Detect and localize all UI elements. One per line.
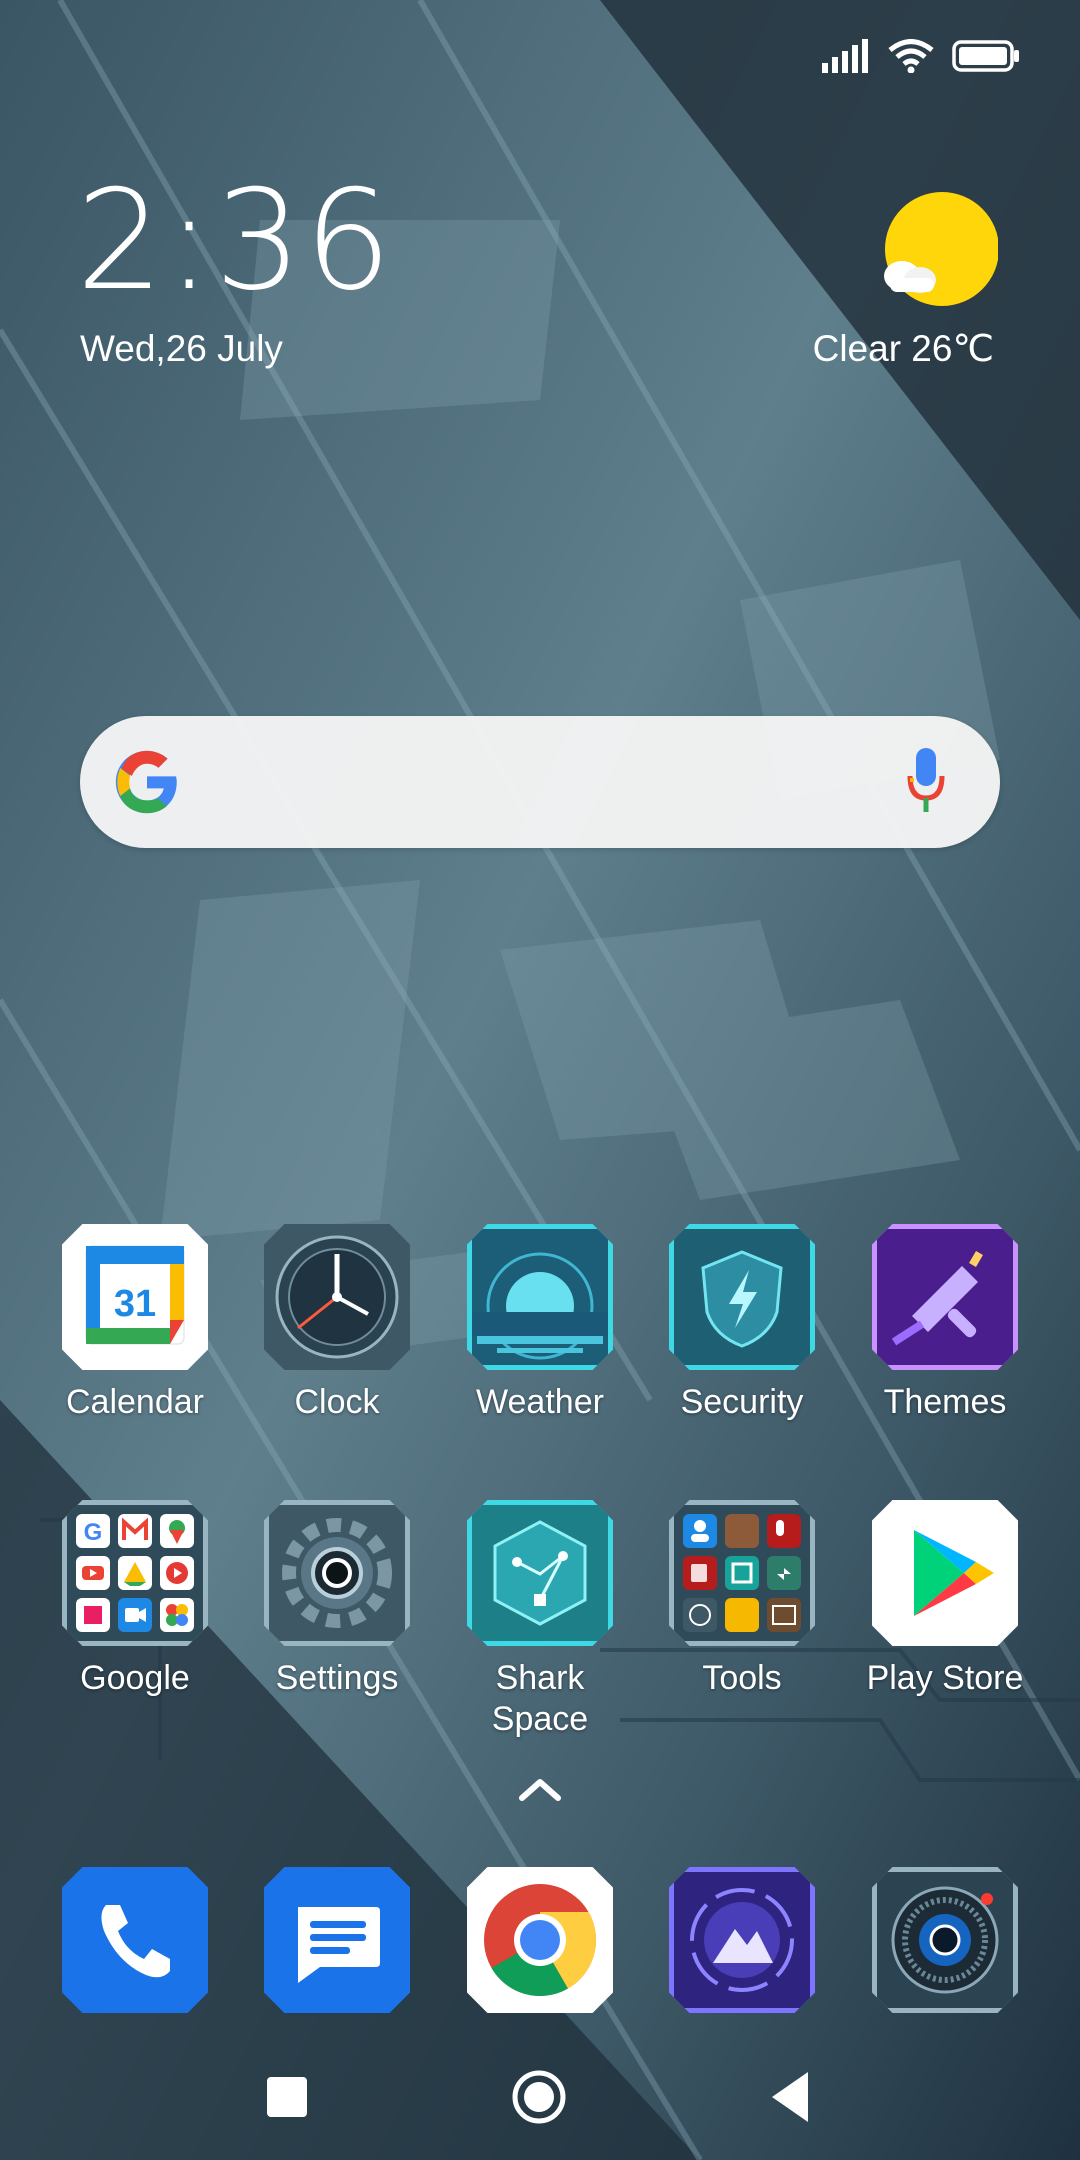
back-icon[interactable] [768, 2070, 812, 2124]
dock-messages[interactable] [247, 1867, 427, 2013]
app-calendar[interactable]: 31 Calendar [45, 1224, 225, 1423]
google-folder-icon: G [62, 1500, 208, 1646]
svg-text:31: 31 [114, 1283, 156, 1325]
dock-gallery[interactable] [652, 1867, 832, 2013]
status-bar [822, 36, 1020, 76]
folder-google[interactable]: G Google [45, 1500, 225, 1699]
app-label: Play Store [866, 1659, 1024, 1697]
clock-icon [264, 1224, 410, 1370]
microphone-icon[interactable] [906, 746, 946, 818]
recent-apps-icon[interactable] [267, 2077, 307, 2117]
dock-camera[interactable] [855, 1867, 1035, 2013]
wallpaper [0, 0, 1080, 2160]
app-label: Weather [476, 1383, 604, 1421]
dock-chrome[interactable] [450, 1867, 630, 2013]
phone-icon [62, 1867, 208, 2013]
shark-space-icon [467, 1500, 613, 1646]
google-search-bar[interactable] [80, 716, 1000, 848]
gallery-icon [669, 1867, 815, 2013]
google-logo-icon [115, 750, 177, 814]
app-label: Shark Space [491, 1659, 589, 1738]
shield-icon [669, 1224, 815, 1370]
weather-app-icon [467, 1224, 613, 1370]
camera-icon [872, 1867, 1018, 2013]
weather-text[interactable]: Clear 26℃ [813, 330, 994, 367]
home-icon[interactable] [510, 2068, 568, 2126]
app-themes[interactable]: Themes [855, 1224, 1035, 1423]
chrome-icon [467, 1867, 613, 2013]
cellular-signal-icon [822, 39, 868, 73]
dock-phone[interactable] [45, 1867, 225, 2013]
svg-text:G: G [84, 1519, 103, 1546]
app-label: Settings [275, 1659, 399, 1697]
app-security[interactable]: Security [652, 1224, 832, 1423]
app-play-store[interactable]: Play Store [855, 1500, 1035, 1699]
gear-icon [264, 1500, 410, 1646]
app-clock[interactable]: Clock [247, 1224, 427, 1423]
play-store-icon [872, 1500, 1018, 1646]
calendar-icon: 31 [62, 1224, 208, 1370]
app-label: Google [80, 1659, 190, 1697]
sun-cloud-icon[interactable] [880, 190, 998, 308]
clock-time[interactable]: 2:36 [76, 172, 394, 310]
chevron-up-icon[interactable] [510, 1770, 570, 1806]
tools-folder-icon [669, 1500, 815, 1646]
folder-tools[interactable]: Tools [652, 1500, 832, 1699]
wifi-icon [888, 39, 934, 73]
messages-icon [264, 1867, 410, 2013]
app-label: Tools [702, 1659, 782, 1697]
app-shark-space[interactable]: Shark Space [450, 1500, 630, 1740]
app-label: Clock [294, 1383, 380, 1421]
app-settings[interactable]: Settings [247, 1500, 427, 1699]
app-weather[interactable]: Weather [450, 1224, 630, 1423]
app-label: Security [680, 1383, 804, 1421]
clock-date[interactable]: Wed,26 July [80, 330, 283, 367]
app-label: Calendar [66, 1383, 204, 1421]
brush-icon [872, 1224, 1018, 1370]
app-label: Themes [883, 1383, 1007, 1421]
battery-icon [952, 40, 1019, 72]
